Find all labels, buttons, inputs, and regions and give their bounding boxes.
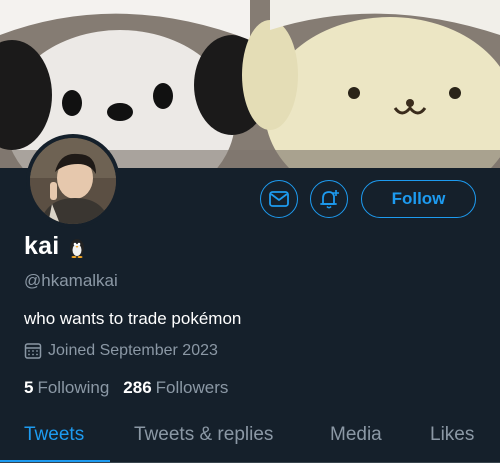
calendar-icon xyxy=(24,343,42,359)
profile-handle: @hkamalkai xyxy=(24,271,118,290)
follow-button[interactable]: Follow xyxy=(361,180,476,218)
followers-label: Followers xyxy=(155,378,229,397)
avatar-image xyxy=(30,138,116,224)
joined-date: Joined September 2023 xyxy=(24,342,218,360)
profile-name: kai xyxy=(24,232,60,260)
profile-name-row: kai xyxy=(24,232,89,261)
tab-media[interactable]: Media xyxy=(330,424,382,446)
followers-count: 286 xyxy=(123,378,152,397)
notifications-button[interactable] xyxy=(310,180,348,218)
following-label: Following xyxy=(37,378,110,397)
message-button[interactable] xyxy=(260,180,298,218)
penguin-emoji xyxy=(70,238,85,258)
following-count: 5 xyxy=(24,378,34,397)
following-link[interactable]: 5 Following xyxy=(24,378,109,398)
joined-text: Joined September 2023 xyxy=(48,342,218,359)
profile-stats: 5 Following 286 Followers xyxy=(24,378,242,398)
tab-likes[interactable]: Likes xyxy=(430,424,474,446)
mail-icon xyxy=(269,191,289,207)
profile-bio: who wants to trade pokémon xyxy=(24,309,242,328)
bell-plus-icon xyxy=(320,190,339,209)
followers-link[interactable]: 286 Followers xyxy=(123,378,228,398)
tab-tweets[interactable]: Tweets xyxy=(24,424,84,446)
tab-tweets-replies[interactable]: Tweets & replies xyxy=(134,424,273,446)
profile-tabs: Tweets Tweets & replies Media Likes xyxy=(0,416,500,463)
profile-avatar[interactable] xyxy=(26,134,120,228)
